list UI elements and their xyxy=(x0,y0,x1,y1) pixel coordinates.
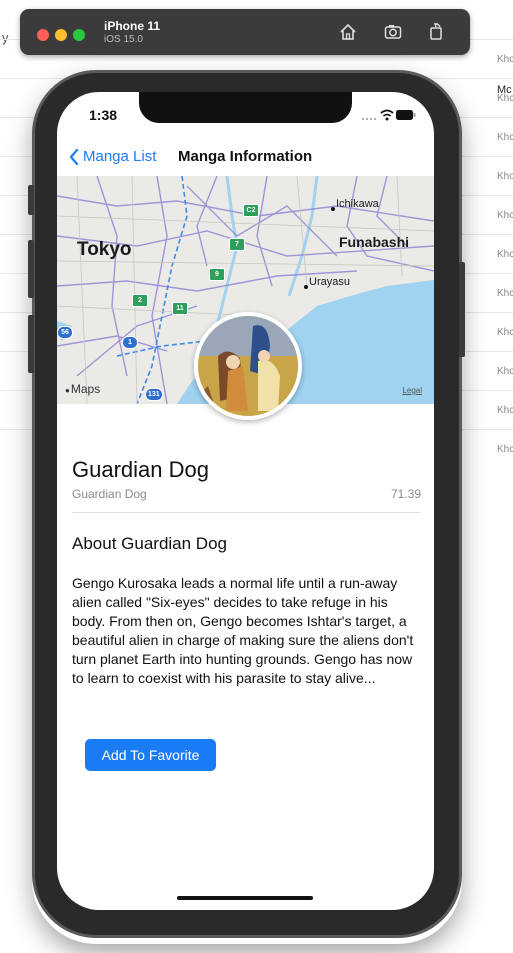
background-text-fragment: y xyxy=(2,30,9,45)
volume-down-button xyxy=(28,315,34,373)
wifi-icon xyxy=(380,109,394,121)
zoom-window-button[interactable] xyxy=(73,29,85,41)
manga-cover-image xyxy=(198,316,298,416)
background-cell: Khc xyxy=(497,249,513,260)
status-indicators xyxy=(362,109,416,121)
close-window-button[interactable] xyxy=(37,29,49,41)
maps-brand-label: ●Maps xyxy=(65,382,100,396)
map-route-badge: 56 xyxy=(57,326,73,339)
notch xyxy=(139,92,352,123)
add-to-favorite-button[interactable]: Add To Favorite xyxy=(85,739,216,771)
screenshot-icon[interactable] xyxy=(383,22,403,42)
map-route-badge: 7 xyxy=(229,238,245,251)
map-city-label: Funabashi xyxy=(339,234,410,250)
manga-score: 71.39 xyxy=(390,487,421,501)
chevron-left-icon xyxy=(69,148,79,165)
map-city-label: Urayasu xyxy=(309,276,350,288)
map-city-label: Ichikawa xyxy=(336,198,379,210)
home-icon[interactable] xyxy=(338,22,358,42)
background-cell: Khc xyxy=(497,93,513,104)
background-cell: Khc xyxy=(497,405,513,416)
manga-cover-avatar xyxy=(194,312,302,420)
battery-icon xyxy=(396,110,416,120)
map-city-dot xyxy=(331,207,335,211)
map-legal-link[interactable]: Legal xyxy=(402,386,422,395)
background-cell: Khc xyxy=(497,132,513,143)
manga-description: Gengo Kurosaka leads a normal life until… xyxy=(72,575,414,686)
background-cell: Khc xyxy=(497,327,513,338)
simulator-os-version: iOS 15.0 xyxy=(104,34,143,45)
background-cell: Khc xyxy=(497,54,513,65)
minimize-window-button[interactable] xyxy=(55,29,67,41)
map-route-badge: 11 xyxy=(172,302,188,315)
back-button-label: Manga List xyxy=(83,148,157,165)
navigation-bar: Manga List Manga Information xyxy=(57,144,434,174)
map-route-badge: 9 xyxy=(209,268,225,281)
background-cell: Khc xyxy=(497,171,513,182)
nav-title: Manga Information xyxy=(178,148,313,165)
simulator-toolbar: iPhone 11 iOS 15.0 xyxy=(20,9,470,55)
silent-switch xyxy=(28,185,34,215)
about-heading: About Guardian Dog xyxy=(72,534,227,553)
divider xyxy=(72,512,420,513)
phone-screen: 1:38 Manga List Manga Information Tokyo … xyxy=(57,92,434,910)
maps-brand-text: Maps xyxy=(70,382,101,396)
map-route-badge: 2 xyxy=(132,294,148,307)
manga-subtitle: Guardian Dog xyxy=(72,487,147,501)
power-button xyxy=(459,262,465,357)
map-city-label: Tokyo xyxy=(77,239,132,260)
volume-up-button xyxy=(28,240,34,298)
map-route-badge: 131 xyxy=(145,388,163,401)
map-route-badge: C2 xyxy=(243,204,259,217)
rotate-icon[interactable] xyxy=(426,22,446,42)
manga-title: Guardian Dog xyxy=(72,457,209,482)
home-indicator[interactable] xyxy=(177,896,313,900)
map-route-badge: 1 xyxy=(122,336,138,349)
background-cell: Khc xyxy=(497,288,513,299)
back-button[interactable]: Manga List xyxy=(69,148,156,165)
signal-icon xyxy=(362,118,376,120)
background-cell: Khc xyxy=(497,444,513,455)
background-cell: Khc xyxy=(497,210,513,221)
map-city-dot xyxy=(304,285,308,289)
background-cell: Khc xyxy=(497,366,513,377)
apple-logo-icon: ● xyxy=(65,386,70,395)
status-time: 1:38 xyxy=(89,107,118,123)
simulator-device-name: iPhone 11 xyxy=(104,19,161,33)
